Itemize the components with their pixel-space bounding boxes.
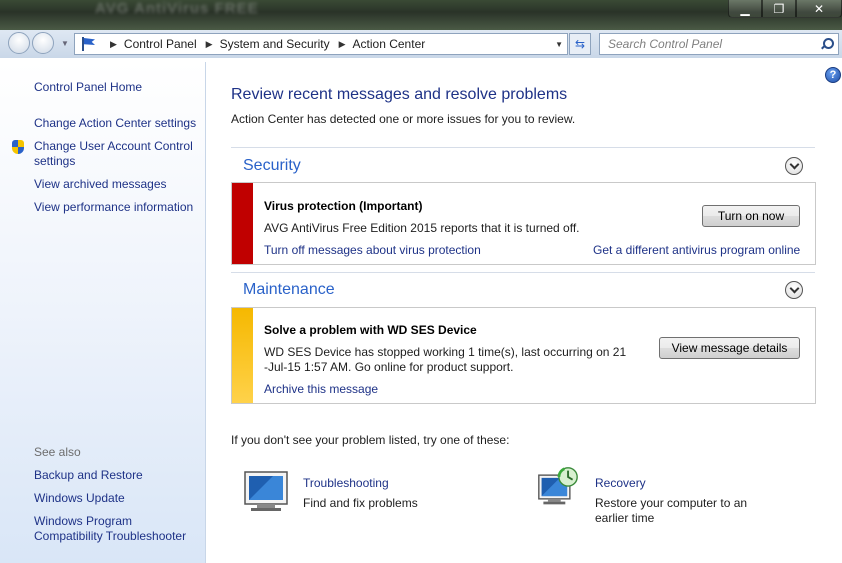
breadcrumb-separator-icon[interactable]: ▶ xyxy=(206,39,213,50)
maintenance-item-text-line2: -Jul-15 1:57 AM. Go online for product s… xyxy=(264,360,514,374)
try-these-prompt: If you don't see your problem listed, tr… xyxy=(231,433,510,447)
uac-shield-icon xyxy=(11,139,25,155)
help-icon[interactable]: ? xyxy=(825,67,841,83)
recovery-link[interactable]: Recovery xyxy=(595,476,646,490)
breadcrumb-separator-icon[interactable]: ▶ xyxy=(110,39,117,50)
maintenance-message-card: Solve a problem with WD SES Device WD SE… xyxy=(231,307,816,404)
sidebar-link-view-archived-messages[interactable]: View archived messages xyxy=(34,177,167,192)
page-title: Review recent messages and resolve probl… xyxy=(231,86,568,103)
search-placeholder: Search Control Panel xyxy=(608,37,723,51)
security-section-heading[interactable]: Security xyxy=(243,157,301,175)
address-bar[interactable]: ▶ Control Panel ▶ System and Security ▶ … xyxy=(74,33,568,55)
back-button[interactable] xyxy=(8,32,30,54)
maintenance-section-heading[interactable]: Maintenance xyxy=(243,281,335,299)
get-antivirus-online-link[interactable]: Get a different antivirus program online xyxy=(593,243,800,257)
security-message-card: Virus protection (Important) AVG AntiVir… xyxy=(231,182,816,265)
forward-button[interactable] xyxy=(32,32,54,54)
search-icon[interactable] xyxy=(819,37,834,51)
background-window-title: AVG AntiVirus FREE xyxy=(95,0,259,17)
sidebar-link-control-panel-home[interactable]: Control Panel Home xyxy=(34,80,142,95)
turn-on-now-button[interactable]: Turn on now xyxy=(702,205,800,227)
search-input[interactable]: Search Control Panel xyxy=(599,33,839,55)
maintenance-item-title: Solve a problem with WD SES Device xyxy=(264,323,477,337)
maintenance-collapse-chevron-icon[interactable] xyxy=(785,281,803,299)
troubleshooting-icon[interactable] xyxy=(243,470,289,512)
view-message-details-button[interactable]: View message details xyxy=(659,337,800,359)
breadcrumb-separator-icon[interactable]: ▶ xyxy=(339,39,346,50)
section-divider xyxy=(231,272,815,273)
section-divider xyxy=(231,147,815,148)
troubleshooting-description: Find and fix problems xyxy=(303,496,418,510)
restore-button[interactable]: ❐ xyxy=(762,0,796,18)
refresh-icon: ⇆ xyxy=(574,37,586,51)
security-collapse-chevron-icon[interactable] xyxy=(785,157,803,175)
window-controls: ▁ ❐ ✕ xyxy=(728,0,842,18)
sidebar-link-compatibility-troubleshooter[interactable]: Windows Program Compatibility Troublesho… xyxy=(34,514,200,544)
security-item-title: Virus protection (Important) xyxy=(264,199,423,213)
recovery-description-line2: earlier time xyxy=(595,511,655,525)
breadcrumb-action-center[interactable]: Action Center xyxy=(353,37,426,51)
sidebar-link-view-performance-information[interactable]: View performance information xyxy=(34,200,193,215)
action-center-flag-icon xyxy=(81,37,97,51)
turn-off-virus-messages-link[interactable]: Turn off messages about virus protection xyxy=(264,243,481,257)
sidebar-link-backup-and-restore[interactable]: Backup and Restore xyxy=(34,468,143,483)
recovery-icon[interactable] xyxy=(535,466,581,508)
archive-message-link[interactable]: Archive this message xyxy=(264,382,378,396)
troubleshooting-link[interactable]: Troubleshooting xyxy=(303,476,389,490)
refresh-button[interactable]: ⇆ xyxy=(569,33,591,55)
severity-stripe-important xyxy=(232,183,253,264)
see-also-heading: See also xyxy=(34,445,81,459)
page-subtitle: Action Center has detected one or more i… xyxy=(231,112,576,126)
security-item-text: AVG AntiVirus Free Edition 2015 reports … xyxy=(264,221,580,235)
maintenance-item-text-line1: WD SES Device has stopped working 1 time… xyxy=(264,345,627,359)
close-button[interactable]: ✕ xyxy=(796,0,842,18)
title-bar: AVG AntiVirus FREE ▁ ❐ ✕ xyxy=(0,0,842,30)
recent-pages-dropdown-icon[interactable]: ▼ xyxy=(61,39,69,48)
recovery-description-line1: Restore your computer to an xyxy=(595,496,748,510)
sidebar-link-windows-update[interactable]: Windows Update xyxy=(34,491,125,506)
address-dropdown-icon[interactable]: ▼ xyxy=(555,40,563,49)
navigation-bar: ▼ ▶ Control Panel ▶ System and Security … xyxy=(0,30,842,58)
breadcrumb-control-panel[interactable]: Control Panel xyxy=(124,37,197,51)
sidebar-link-change-uac-settings[interactable]: Change User Account Control settings xyxy=(34,139,200,169)
sidebar: Control Panel Home Change Action Center … xyxy=(0,62,206,563)
breadcrumb-system-and-security[interactable]: System and Security xyxy=(220,37,330,51)
severity-stripe-recommended xyxy=(232,308,253,403)
minimize-button[interactable]: ▁ xyxy=(728,0,762,18)
sidebar-link-change-action-center-settings[interactable]: Change Action Center settings xyxy=(34,116,196,131)
